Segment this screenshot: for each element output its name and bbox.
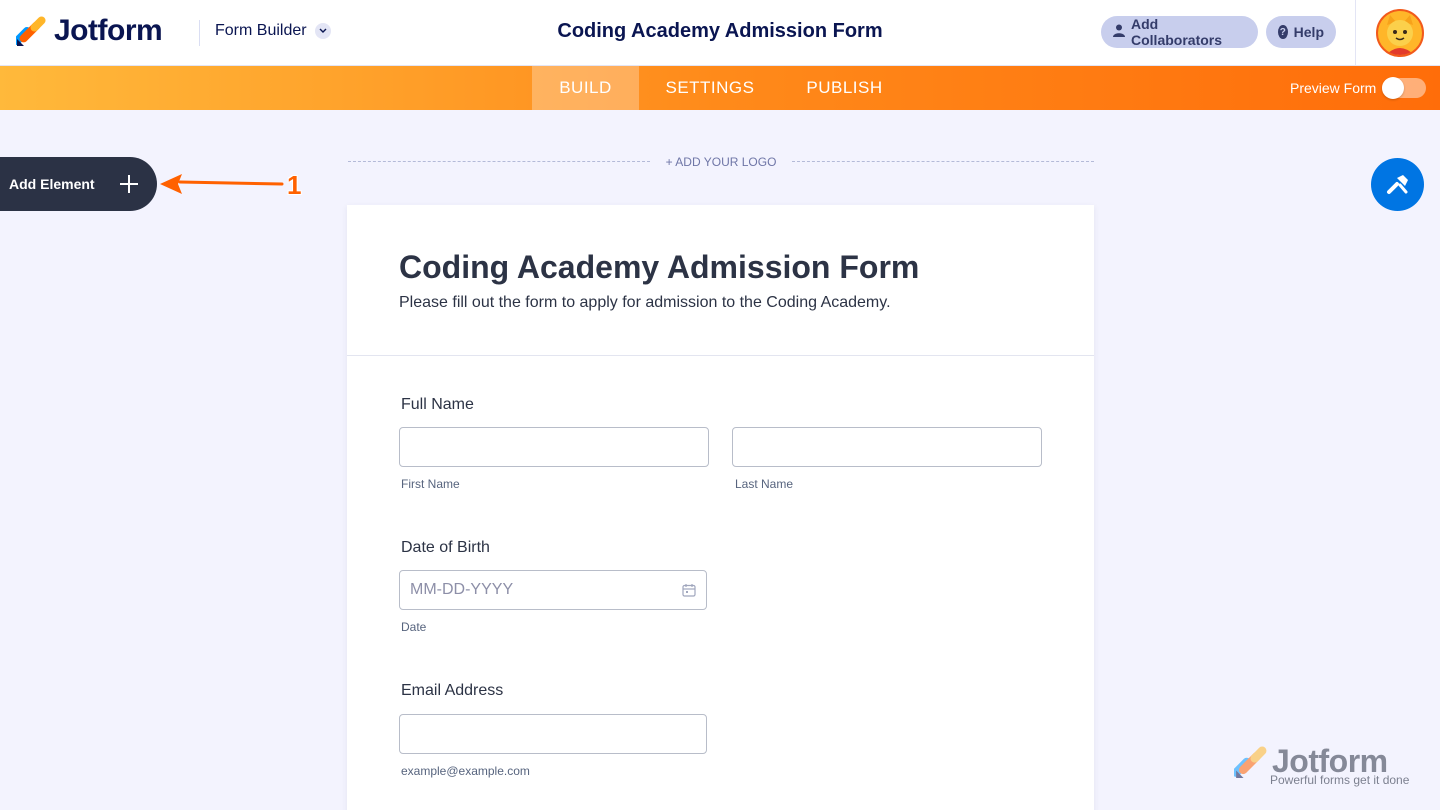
last-name-sublabel: Last Name (735, 477, 794, 491)
logo-dashed-line-right (792, 161, 1094, 162)
jotform-watermark: Jotform Powerful forms get it done (1234, 743, 1410, 790)
annotation-arrow (160, 174, 284, 194)
header-divider (199, 20, 200, 46)
first-name-sublabel: First Name (401, 477, 460, 491)
toggle-knob (1382, 77, 1404, 99)
avatar-image (1386, 15, 1414, 55)
add-logo-link[interactable]: + ADD YOUR LOGO (660, 155, 782, 169)
avatar[interactable] (1376, 9, 1424, 57)
add-element-label: Add Element (9, 176, 95, 192)
first-name-input[interactable] (399, 427, 709, 467)
email-input[interactable] (399, 714, 707, 754)
calendar-icon[interactable] (682, 583, 696, 597)
form-heading[interactable]: Coding Academy Admission Form (399, 249, 919, 286)
date-placeholder: MM-DD-YYYY (410, 581, 514, 598)
logo-dashed-line-left (348, 161, 650, 162)
jotform-logo-icon (16, 16, 46, 46)
email-address-label[interactable]: Email Address (401, 682, 503, 700)
brand-name: Jotform (54, 14, 163, 47)
add-element-button[interactable]: Add Element (0, 157, 157, 211)
date-of-birth-input[interactable]: MM-DD-YYYY (399, 570, 707, 610)
help-button[interactable]: ? Help (1266, 16, 1336, 48)
email-sublabel: example@example.com (401, 764, 530, 778)
add-collaborators-label: Add Collaborators (1131, 16, 1223, 48)
plus-icon (120, 175, 138, 193)
form-card: Coding Academy Admission Form Please fil… (347, 205, 1094, 810)
form-builder-dropdown[interactable]: Form Builder (215, 22, 331, 40)
watermark-tagline: Powerful forms get it done (1270, 773, 1410, 787)
builder-tabs-bar: BUILD SETTINGS PUBLISH Preview Form (0, 66, 1440, 110)
form-designer-button[interactable] (1371, 158, 1424, 211)
help-icon: ? (1278, 25, 1288, 39)
user-icon (1113, 24, 1125, 40)
add-collaborators-button[interactable]: Add Collaborators (1101, 16, 1258, 48)
jotform-logo[interactable]: Jotform (16, 14, 163, 48)
jotform-watermark-icon (1234, 746, 1267, 778)
preview-form-toggle[interactable] (1382, 77, 1426, 99)
tab-build[interactable]: BUILD (532, 66, 639, 110)
tab-settings[interactable]: SETTINGS (639, 66, 781, 110)
top-header: Jotform Form Builder Coding Academy Admi… (0, 0, 1440, 66)
help-label: Help (1293, 24, 1324, 40)
full-name-label[interactable]: Full Name (401, 396, 474, 414)
paint-roller-icon (1386, 174, 1408, 194)
date-of-birth-label[interactable]: Date of Birth (401, 539, 490, 557)
date-sublabel: Date (401, 620, 427, 634)
last-name-input[interactable] (732, 427, 1042, 467)
form-subheading[interactable]: Please fill out the form to apply for ad… (399, 294, 891, 312)
preview-form-label: Preview Form (1290, 80, 1377, 96)
annotation-number: 1 (287, 170, 302, 200)
tab-publish[interactable]: PUBLISH (781, 66, 908, 110)
chevron-down-icon (314, 23, 331, 39)
header-divider-right (1355, 0, 1356, 66)
form-header-divider (347, 355, 1094, 356)
form-builder-label: Form Builder (215, 22, 307, 39)
